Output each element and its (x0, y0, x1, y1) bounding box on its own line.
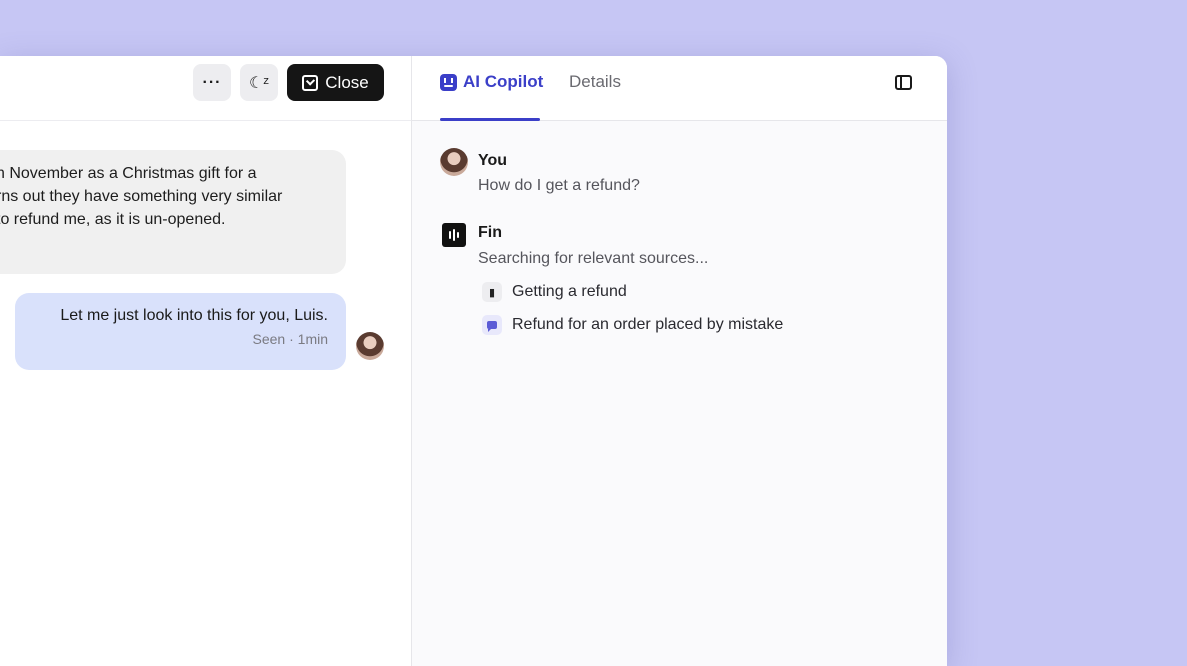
tab-details[interactable]: Details (569, 72, 621, 92)
message-seen-status: Seen · 1min (252, 331, 328, 347)
tab-label: Details (569, 72, 621, 91)
snooze-button[interactable]: ☾ᶻ (240, 64, 278, 101)
conversation-header: ··· ☾ᶻ Close (0, 56, 411, 121)
message-line: n November as a Christmas gift for a (0, 165, 257, 182)
close-conversation-icon (302, 74, 319, 91)
snooze-icon: ☾ᶻ (248, 74, 270, 92)
fin-search-status: Searching for relevant sources... (478, 250, 709, 267)
ai-copilot-icon (440, 73, 457, 91)
inbox-window: ··· ☾ᶻ Close n November as a Christmas g… (0, 56, 947, 666)
customer-message-bubble: n November as a Christmas gift for a rns… (0, 150, 346, 274)
user-question: How do I get a refund? (478, 177, 640, 194)
close-button-label: Close (325, 72, 369, 92)
more-options-button[interactable]: ··· (193, 64, 231, 101)
more-icon: ··· (202, 73, 222, 91)
conversation-pane: ··· ☾ᶻ Close n November as a Christmas g… (0, 56, 412, 666)
source-label: Getting a refund (512, 283, 627, 300)
source-item[interactable]: ▮ Getting a refund (482, 282, 627, 302)
message-line: rns out they have something very similar (0, 188, 283, 205)
source-item[interactable]: Refund for an order placed by mistake (482, 315, 783, 335)
tab-label: AI Copilot (463, 72, 544, 91)
you-author-name: You (478, 152, 508, 169)
fin-author-name: Fin (478, 224, 502, 241)
tab-ai-copilot[interactable]: AI Copilot (440, 72, 543, 92)
user-avatar (440, 148, 468, 176)
source-label: Refund for an order placed by mistake (512, 316, 784, 333)
message-line: to refund me, as it is un-opened. (0, 211, 226, 228)
close-conversation-button[interactable]: Close (287, 64, 384, 101)
active-tab-indicator (440, 118, 540, 121)
fin-logo-icon (442, 223, 466, 247)
book-icon: ▮ (482, 282, 502, 302)
copilot-panel: AI Copilot Details You How do I get a re… (412, 56, 947, 666)
copilot-tabs: AI Copilot Details (412, 56, 947, 121)
agent-message-bubble: Let me just look into this for you, Luis… (15, 293, 346, 370)
chat-icon (482, 315, 502, 335)
toggle-sidebar-icon[interactable] (895, 75, 912, 90)
agent-avatar (356, 332, 384, 360)
agent-message-text: Let me just look into this for you, Luis… (60, 307, 328, 324)
